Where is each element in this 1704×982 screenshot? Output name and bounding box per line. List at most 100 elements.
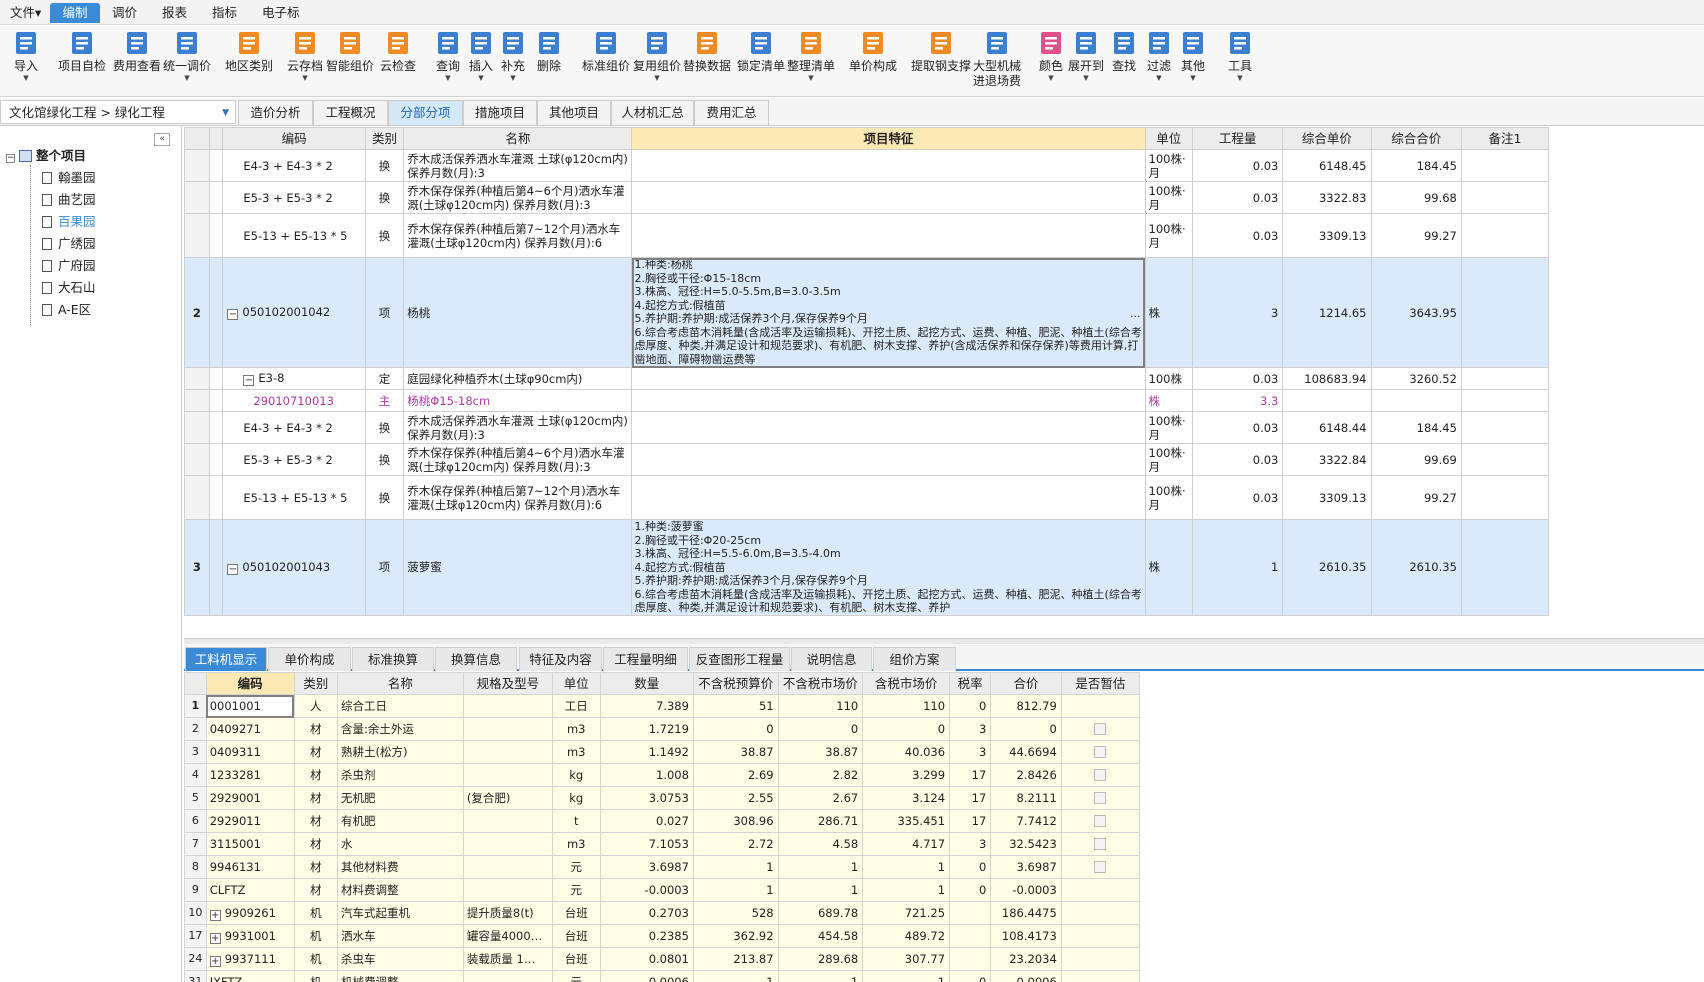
menu-file[interactable]: 文件▾ [4,3,47,23]
tree-item[interactable]: 百果园 [42,213,96,231]
cell-tax-price[interactable]: 3.299 [862,763,951,787]
cell-market-price[interactable]: 38.87 [777,740,864,764]
cell-type[interactable]: 机 [293,947,339,971]
cell-type[interactable]: 换 [364,443,405,476]
cell-tax-price[interactable]: 40.036 [862,740,951,764]
cell-note[interactable] [1460,149,1550,182]
cell-code[interactable]: JXFTZ [205,970,295,982]
cell-type[interactable]: 换 [364,149,405,182]
cell-market-price[interactable]: 1 [777,970,864,982]
cell-type[interactable]: 机 [293,970,339,982]
cell-type[interactable]: 材 [293,763,339,787]
cell-code[interactable]: E4-3 + E4-3 * 2 [222,411,366,444]
cell-qty[interactable]: 3 [1191,257,1284,368]
tab-view-0[interactable]: 造价分析 [238,100,313,125]
cell-qty[interactable]: 0.03 [1191,443,1284,476]
collapse-row-icon[interactable]: − [243,375,255,386]
cell-note[interactable] [1460,443,1550,476]
cell-code[interactable]: +9909261 [205,901,295,925]
cell-name[interactable]: 乔木成活保养洒水车灌溉 土球(φ120cm内) 保养月数(月):3 [403,149,633,182]
cell-qty[interactable]: 1 [1191,519,1284,616]
expand-row-icon[interactable]: + [209,909,221,921]
cell-market-price[interactable]: 110 [777,694,864,718]
toolbar-price-composition-button[interactable]: 单价构成 [838,29,908,74]
sub-header-qty[interactable]: 数量 [599,672,694,695]
cell-tax-rate[interactable]: 17 [949,763,992,787]
cell-spec[interactable]: 装载质量 1… [462,947,553,971]
cell-tax-rate[interactable]: 3 [949,832,992,856]
breadcrumb[interactable]: 文化馆绿化工程 > 绿化工程 ▼ [0,100,236,124]
cell-tax-rate[interactable]: 0 [949,855,992,879]
cell-qty[interactable]: 0.03 [1191,213,1284,258]
cell-tax-rate[interactable] [949,901,992,925]
dropdown-arrow-icon[interactable]: ▼ [222,101,229,125]
cell-name[interactable]: 庭园绿化种植乔木(土球φ90cm内) [403,367,633,390]
cell-code[interactable]: − E3-8 [222,367,366,390]
dropdown-arrow-icon[interactable]: ▼ [622,74,692,82]
estimate-checkbox[interactable] [1094,769,1107,781]
cell-type[interactable]: 换 [364,411,405,444]
resource-row[interactable]: 24 +9937111 机杀虫车 装载质量 1… 台班 0.0801 213.87 289.6… [184,947,1140,971]
header-type[interactable]: 类别 [364,127,405,150]
expand-row-icon[interactable]: + [209,955,221,967]
table-row[interactable]: E5-13 + E5-13 * 5 换乔木保存保养(种植后第7~12个月)洒水车灌… [184,213,1550,258]
cell-code[interactable]: 2929001 [205,786,295,810]
table-row[interactable]: E4-3 + E4-3 * 2 换乔木成活保养洒水车灌溉 土球(φ120cm内) … [184,149,1550,182]
cell-qty[interactable]: 0.03 [1191,367,1284,390]
cell-spec[interactable] [462,855,553,879]
more-icon[interactable]: ··· [1130,310,1141,324]
cell-type[interactable]: 材 [293,809,339,833]
cell-qty[interactable]: 0.027 [599,809,694,833]
tree-item[interactable]: 广绣园 [42,235,96,253]
expand-row-icon[interactable]: + [209,932,221,944]
sub-header-budget-price[interactable]: 不含税预算价 [692,672,779,695]
tree-item[interactable]: 大石山 [42,279,96,297]
cell-tax-rate[interactable]: 0 [949,878,992,902]
cell-type[interactable]: 人 [293,694,339,718]
cell-estimate[interactable] [1060,970,1140,982]
sub-header-market-price[interactable]: 不含税市场价 [777,672,864,695]
sub-header-type[interactable]: 类别 [293,672,339,695]
cell-code[interactable]: +9937111 [205,947,295,971]
cell-tax-price[interactable]: 0 [862,717,951,741]
cell-type[interactable]: 项 [364,519,405,616]
cell-name[interactable]: 菠萝蜜 [403,519,633,616]
cell-name[interactable]: 杨桃 [403,257,633,368]
tree-collapse-icon[interactable]: − [6,154,15,163]
cell-code[interactable]: E4-3 + E4-3 * 2 [222,149,366,182]
cell-feature[interactable] [631,367,1146,390]
cell-market-price[interactable]: 1 [777,855,864,879]
cell-type[interactable]: 机 [293,901,339,925]
header-feature[interactable]: 项目特征 [631,127,1146,150]
cell-spec[interactable]: (复合肥) [462,786,553,810]
cell-qty[interactable]: 1.7219 [599,717,694,741]
dropdown-arrow-icon[interactable]: ▼ [152,74,222,82]
cell-type[interactable]: 材 [293,878,339,902]
cell-name[interactable]: 杀虫剂 [337,763,464,787]
menu-report[interactable]: 报表 [156,3,193,23]
sub-header-tax-price[interactable]: 含税市场价 [862,672,951,695]
cell-market-price[interactable]: 2.82 [777,763,864,787]
cell-unit[interactable]: 台班 [551,901,601,925]
cell-code[interactable]: E5-3 + E5-3 * 2 [222,443,366,476]
header-total[interactable]: 综合合价 [1370,127,1462,150]
cell-unit[interactable]: 100株 [1144,367,1193,390]
header-code[interactable]: 编码 [222,127,366,150]
cell-type[interactable]: 定 [364,367,405,390]
cell-estimate[interactable] [1060,924,1140,948]
tab-view-6[interactable]: 费用汇总 [694,100,769,125]
cell-feature[interactable] [631,181,1146,214]
cell-code[interactable]: 2929011 [205,809,295,833]
cell-tax-price[interactable]: 307.77 [862,947,951,971]
cell-code[interactable]: 0409311 [205,740,295,764]
cell-qty[interactable]: 1.008 [599,763,694,787]
cell-spec[interactable] [462,809,553,833]
collapse-row-icon[interactable]: − [227,309,239,320]
cell-tax-price[interactable]: 489.72 [862,924,951,948]
cell-type[interactable]: 项 [364,257,405,368]
table-row[interactable]: 2−050102001042 项杨桃 1.种类:杨桃 2.胸径或干径:Φ15-18c… [184,257,1550,368]
cell-tax-price[interactable]: 1 [862,878,951,902]
cell-type[interactable]: 换 [364,181,405,214]
cell-tax-rate[interactable] [949,947,992,971]
cell-estimate[interactable] [1060,740,1140,764]
